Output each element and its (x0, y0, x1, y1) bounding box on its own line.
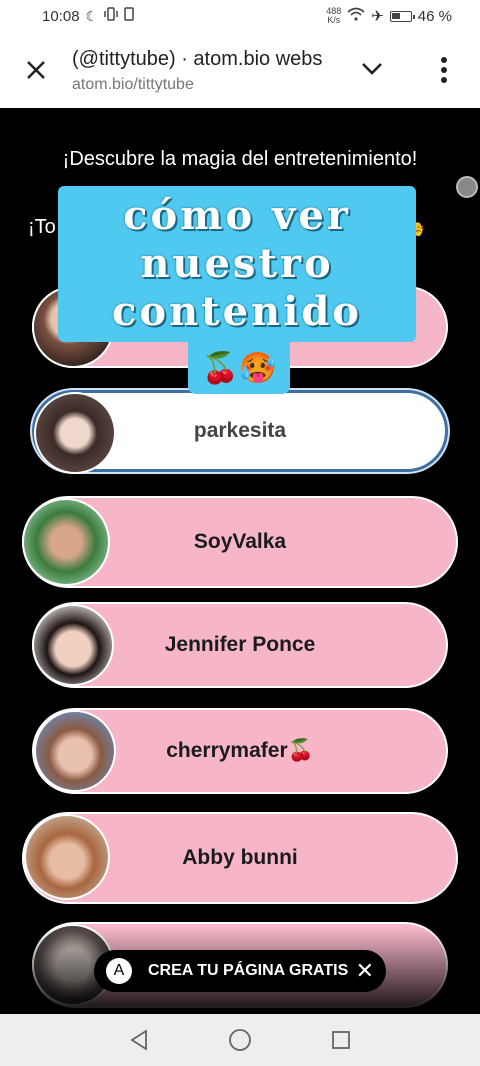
battery-percent: 46 % (417, 7, 452, 25)
scroll-indicator[interactable] (456, 176, 478, 198)
airplane-icon: ✈ (371, 8, 384, 25)
status-left: 10:08 ☾ (42, 7, 134, 25)
sim-icon (124, 7, 134, 25)
create-page-label[interactable]: CREA TU PÁGINA GRATIS (148, 962, 356, 980)
close-banner-icon[interactable]: ✕ (356, 958, 374, 984)
link-label: cherrymafer🍒 (166, 739, 314, 762)
avatar (34, 710, 116, 792)
overlay-line-3: contenido (112, 288, 362, 335)
avatar (22, 498, 110, 586)
tagline-2: ¡To (28, 216, 56, 238)
wifi-icon (347, 7, 365, 25)
overlay-emoji: 🍒🥵 (188, 342, 290, 394)
link-label: parkesita (193, 419, 287, 442)
close-icon[interactable] (22, 56, 50, 84)
battery-icon (389, 10, 415, 22)
avatar (24, 814, 110, 900)
clock: 10:08 (42, 7, 80, 25)
back-icon[interactable] (128, 1029, 150, 1051)
link-label: SoyValka (193, 530, 287, 553)
create-page-banner[interactable]: A CREA TU PÁGINA GRATIS ✕ (94, 950, 386, 992)
avatar (32, 604, 114, 686)
status-right: 488 K/s ✈ 46 % (326, 7, 452, 26)
moon-icon: ☾ (85, 7, 99, 24)
link-label: Jennifer Ponce (164, 633, 316, 656)
avatar (34, 392, 116, 474)
browser-toolbar: (@tittytube) · atom.bio webs atom.bio/ti… (0, 32, 480, 109)
recents-icon[interactable] (330, 1029, 352, 1051)
net-speed: 488 K/s (326, 7, 341, 25)
more-vert-icon[interactable] (432, 54, 456, 86)
tagline: ¡Descubre la magia del entretenimiento! (62, 148, 418, 170)
link-label: Abby bunni (182, 846, 298, 869)
page-content: ¡Descubre la magia del entretenimiento! … (0, 108, 480, 1014)
page-title: (@tittytube) · atom.bio webs (72, 48, 323, 70)
video-caption-overlay: cómo ver nuestro contenido (58, 186, 416, 342)
overlay-line-1: cómo ver (123, 192, 351, 239)
vibrate-icon (104, 7, 118, 25)
page-url[interactable]: atom.bio/tittytube (72, 76, 194, 94)
home-icon[interactable] (228, 1028, 252, 1052)
system-nav-bar (0, 1014, 480, 1066)
atom-logo-icon: A (106, 958, 132, 984)
chevron-down-icon[interactable] (358, 54, 386, 82)
net-speed-unit: K/s (327, 15, 341, 25)
overlay-line-2: nuestro (140, 240, 334, 287)
status-bar: 10:08 ☾ 488 K/s ✈ 46 % (0, 0, 480, 32)
